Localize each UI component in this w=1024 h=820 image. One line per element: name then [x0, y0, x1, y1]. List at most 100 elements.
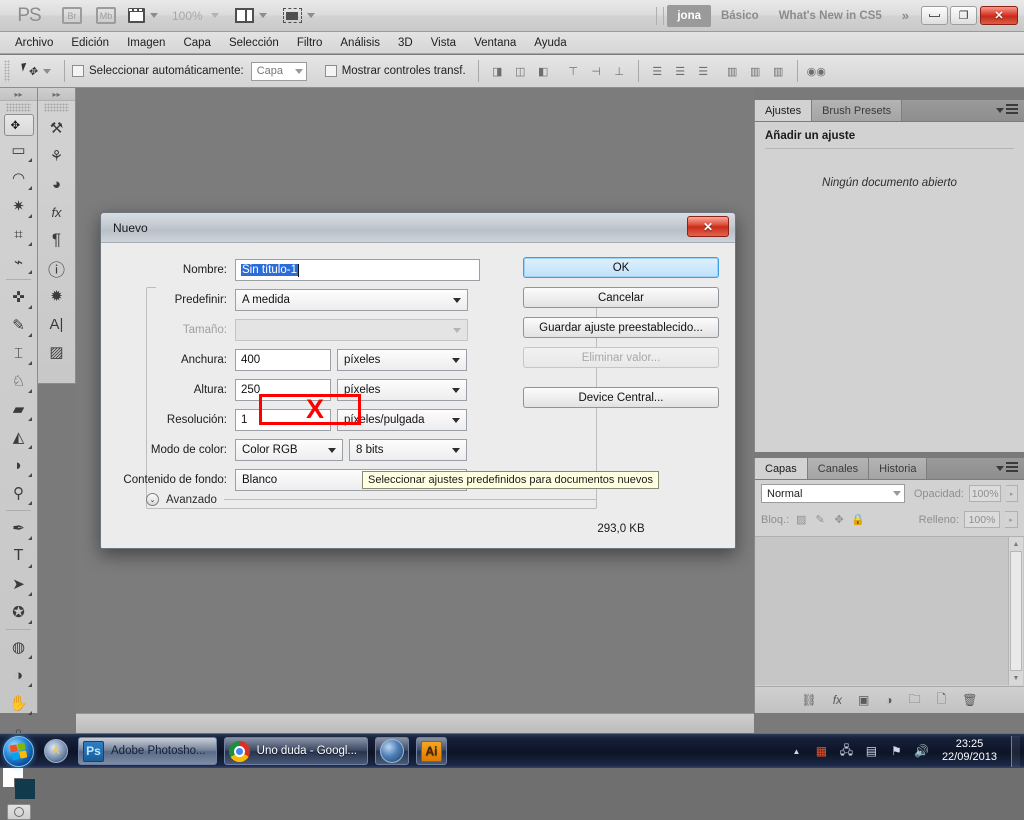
distribute-left-icon[interactable]: ▥	[724, 63, 741, 79]
panel-shortcuts-collapse-button[interactable]: ▸▸	[38, 88, 75, 101]
shortcut-character-panel[interactable]: A|	[42, 310, 72, 338]
volume-icon[interactable]: 🔊	[913, 743, 930, 760]
tool-eraser[interactable]: ▰	[4, 395, 34, 423]
auto-select-target-dropdown[interactable]: Capa	[250, 61, 307, 81]
blend-mode-dropdown[interactable]: Normal	[761, 484, 905, 503]
tool-blur[interactable]: ◗	[4, 451, 34, 479]
shortcut-paragraph-panel[interactable]: ¶	[42, 226, 72, 254]
avast-icon[interactable]: ▦	[813, 743, 830, 760]
layers-scrollbar-thumb[interactable]	[1010, 551, 1022, 671]
menu-vista[interactable]: Vista	[422, 34, 465, 52]
quick-mask-mode-button[interactable]	[6, 804, 31, 820]
bridge-button[interactable]: Br	[60, 6, 84, 26]
distribute-top-icon[interactable]: ☰	[649, 63, 666, 79]
tool-brush[interactable]: ✎	[4, 311, 34, 339]
tool-path-selection[interactable]: ➤	[4, 570, 34, 598]
show-desktop-button[interactable]	[1011, 735, 1020, 767]
color-swatches[interactable]	[1, 766, 36, 800]
name-input[interactable]: Sin título-1	[235, 259, 480, 281]
task-illustrator[interactable]: Ai	[416, 737, 448, 765]
delete-layer-icon[interactable]: 🗑	[962, 693, 977, 707]
clock[interactable]: 23:25 22/09/2013	[938, 738, 1003, 764]
minimize-button[interactable]	[921, 6, 948, 25]
fill-value[interactable]: 100%	[964, 511, 1000, 528]
layer-style-fx-icon[interactable]: fx	[833, 693, 842, 707]
quick-launch-autocad[interactable]: A	[41, 736, 71, 766]
shortcut-3d-panel[interactable]: ✹	[42, 282, 72, 310]
tool-eyedropper[interactable]: ⌁	[4, 248, 34, 276]
tool-history-brush[interactable]: ♘	[4, 367, 34, 395]
save-preset-button[interactable]: Guardar ajuste preestablecido...	[523, 317, 719, 338]
workspace-jona[interactable]: jona	[667, 4, 711, 27]
layers-panel-menu-button[interactable]	[996, 462, 1018, 474]
tool-clone-stamp[interactable]: ⌶	[4, 339, 34, 367]
menu-analisis[interactable]: Análisis	[331, 34, 389, 52]
tab-ajustes[interactable]: Ajustes	[755, 100, 813, 121]
ok-button[interactable]: OK	[523, 257, 719, 278]
align-top-edges-icon[interactable]: ⊤	[565, 63, 582, 79]
network-icon[interactable]: 🖧	[838, 743, 855, 760]
shortcut-color-panel[interactable]: ◕	[42, 170, 72, 198]
menu-seleccion[interactable]: Selección	[220, 34, 288, 52]
restore-button[interactable]: ❐	[950, 6, 977, 25]
shortcut-info-panel[interactable]: ⓘ	[42, 254, 72, 282]
tool-spot-healing-brush[interactable]: ✜	[4, 283, 34, 311]
link-layers-icon[interactable]: ⛓	[801, 693, 816, 707]
menu-capa[interactable]: Capa	[174, 34, 220, 52]
opacity-value[interactable]: 100%	[968, 485, 1002, 502]
tool-3d-camera-rotate[interactable]: ◑	[4, 661, 34, 689]
tool-lasso[interactable]: ◠	[4, 164, 34, 192]
tab-canales[interactable]: Canales	[807, 458, 870, 479]
shortcut-brush-panel[interactable]: ⚘	[42, 142, 72, 170]
menu-ayuda[interactable]: Ayuda	[525, 34, 575, 52]
device-central-button[interactable]: Device Central...	[523, 387, 719, 408]
lock-all-icon[interactable]: 🔒	[851, 513, 865, 527]
align-left-edges-icon[interactable]: ◨	[489, 63, 506, 79]
tool-move[interactable]: ✥	[3, 114, 34, 136]
menu-ventana[interactable]: Ventana	[465, 34, 525, 52]
new-group-icon[interactable]: 🗀	[909, 690, 921, 711]
advanced-disclosure[interactable]: ⌄ Avanzado	[146, 493, 597, 506]
fill-stepper[interactable]: ▸	[1005, 511, 1018, 528]
lock-transparent-pixels-icon[interactable]: ▨	[794, 513, 808, 527]
show-transform-controls-checkbox[interactable]	[324, 65, 337, 77]
auto-select-checkbox[interactable]	[72, 65, 84, 77]
tool-3d-object-rotate[interactable]: ◍	[4, 633, 34, 661]
menu-archivo[interactable]: Archivo	[6, 34, 62, 52]
tab-brush-presets[interactable]: Brush Presets	[812, 100, 903, 121]
distribute-horizontal-center-icon[interactable]: ▥	[747, 63, 764, 79]
menu-edicion[interactable]: Edición	[62, 34, 118, 52]
layers-scrollbar[interactable]: ▲ ▼	[1008, 537, 1023, 685]
toolbox-collapse-button[interactable]: ▸▸	[0, 88, 37, 101]
workspace-whats-new[interactable]: What's New in CS5	[769, 5, 892, 27]
close-button[interactable]: ✕	[980, 6, 1018, 25]
align-horizontal-centers-icon[interactable]: ◫	[512, 63, 529, 79]
align-vertical-centers-icon[interactable]: ⊣	[588, 63, 605, 79]
scroll-down-icon[interactable]: ▼	[1009, 671, 1023, 685]
shortcut-3d-material-drop[interactable]: ⚒	[42, 114, 72, 142]
align-right-edges-icon[interactable]: ◧	[535, 63, 552, 79]
current-tool-preset-button[interactable]: ✥	[16, 62, 57, 79]
shortcut-styles-panel[interactable]: fx	[42, 198, 72, 226]
tool-hand[interactable]: ✋	[4, 689, 34, 717]
menu-imagen[interactable]: Imagen	[118, 34, 174, 52]
layers-list[interactable]: ▲ ▼	[755, 536, 1024, 685]
distribute-bottom-icon[interactable]: ☰	[695, 63, 712, 79]
toolbox-grip[interactable]	[6, 103, 31, 112]
menu-filtro[interactable]: Filtro	[288, 34, 332, 52]
tool-crop[interactable]: ⌗	[4, 220, 34, 248]
tool-quick-selection[interactable]: ✷	[4, 192, 34, 220]
new-adjustment-layer-icon[interactable]: ◑	[885, 693, 892, 707]
tool-dodge[interactable]: ⚲	[4, 479, 34, 507]
auto-align-layers-icon[interactable]: ◉◉	[807, 63, 826, 79]
task-explorer[interactable]	[375, 737, 410, 765]
adjustments-panel-menu-button[interactable]	[996, 104, 1018, 116]
width-unit-dropdown[interactable]: píxeles	[337, 349, 467, 371]
scroll-up-icon[interactable]: ▲	[1009, 537, 1023, 551]
flag-icon[interactable]: ⚑	[888, 743, 905, 760]
mini-bridge-button[interactable]: Mb	[94, 6, 118, 26]
align-bottom-edges-icon[interactable]: ⊥	[611, 63, 628, 79]
tool-pen[interactable]: ✒	[4, 514, 34, 542]
menu-3d[interactable]: 3D	[389, 34, 422, 52]
options-bar-grip[interactable]	[4, 60, 10, 82]
